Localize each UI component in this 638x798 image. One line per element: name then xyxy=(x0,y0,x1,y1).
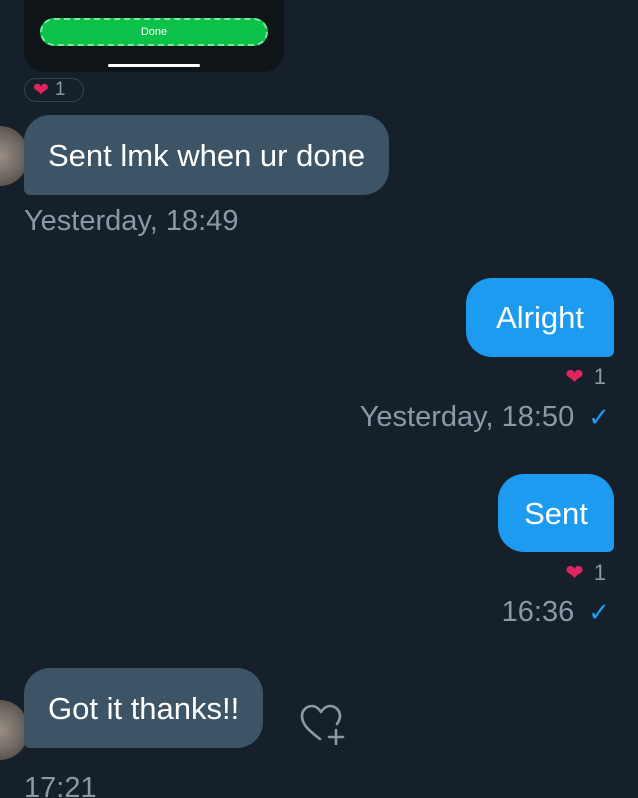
message-bubble-outgoing[interactable]: Sent xyxy=(498,474,614,552)
message-timestamp-row: 16:36 ✓ xyxy=(502,596,610,629)
reaction-count: 1 xyxy=(54,79,66,100)
message-timestamp: 16:36 xyxy=(501,596,575,628)
message-reaction[interactable]: ❤ 1 xyxy=(565,364,606,390)
message-bubble-outgoing[interactable]: Alright xyxy=(466,278,614,357)
conversation-view: Done ❤ 1 Sent lmk when ur done Yesterday… xyxy=(0,0,638,798)
heart-icon: ❤ xyxy=(33,79,49,101)
reaction-count: 1 xyxy=(593,560,606,585)
message-bubble-incoming[interactable]: Got it thanks!! xyxy=(24,668,264,748)
heart-icon: ❤ xyxy=(565,560,584,585)
message-reaction[interactable]: ❤ 1 xyxy=(565,560,606,586)
reaction-count: 1 xyxy=(593,364,606,389)
done-button-in-image: Done xyxy=(40,18,268,46)
message-text: Alright xyxy=(496,300,584,335)
shared-image-card[interactable]: Done xyxy=(24,0,284,72)
message-timestamp: 17:21 xyxy=(24,772,97,798)
check-icon: ✓ xyxy=(588,597,610,627)
message-text: Sent xyxy=(524,495,588,531)
message-text: Sent lmk when ur done xyxy=(48,137,366,173)
image-reaction-pill[interactable]: ❤ 1 xyxy=(24,78,84,102)
message-text: Got it thanks!! xyxy=(48,690,240,726)
message-timestamp: Yesterday, 18:50 xyxy=(359,401,575,433)
message-bubble-incoming[interactable]: Sent lmk when ur done xyxy=(24,115,390,195)
home-indicator-in-image xyxy=(108,64,200,67)
message-timestamp: Yesterday, 18:49 xyxy=(24,205,239,237)
check-icon: ✓ xyxy=(588,402,610,432)
message-timestamp-row: Yesterday, 18:50 ✓ xyxy=(360,401,610,434)
add-reaction-icon[interactable] xyxy=(300,703,346,745)
heart-icon: ❤ xyxy=(565,364,584,389)
